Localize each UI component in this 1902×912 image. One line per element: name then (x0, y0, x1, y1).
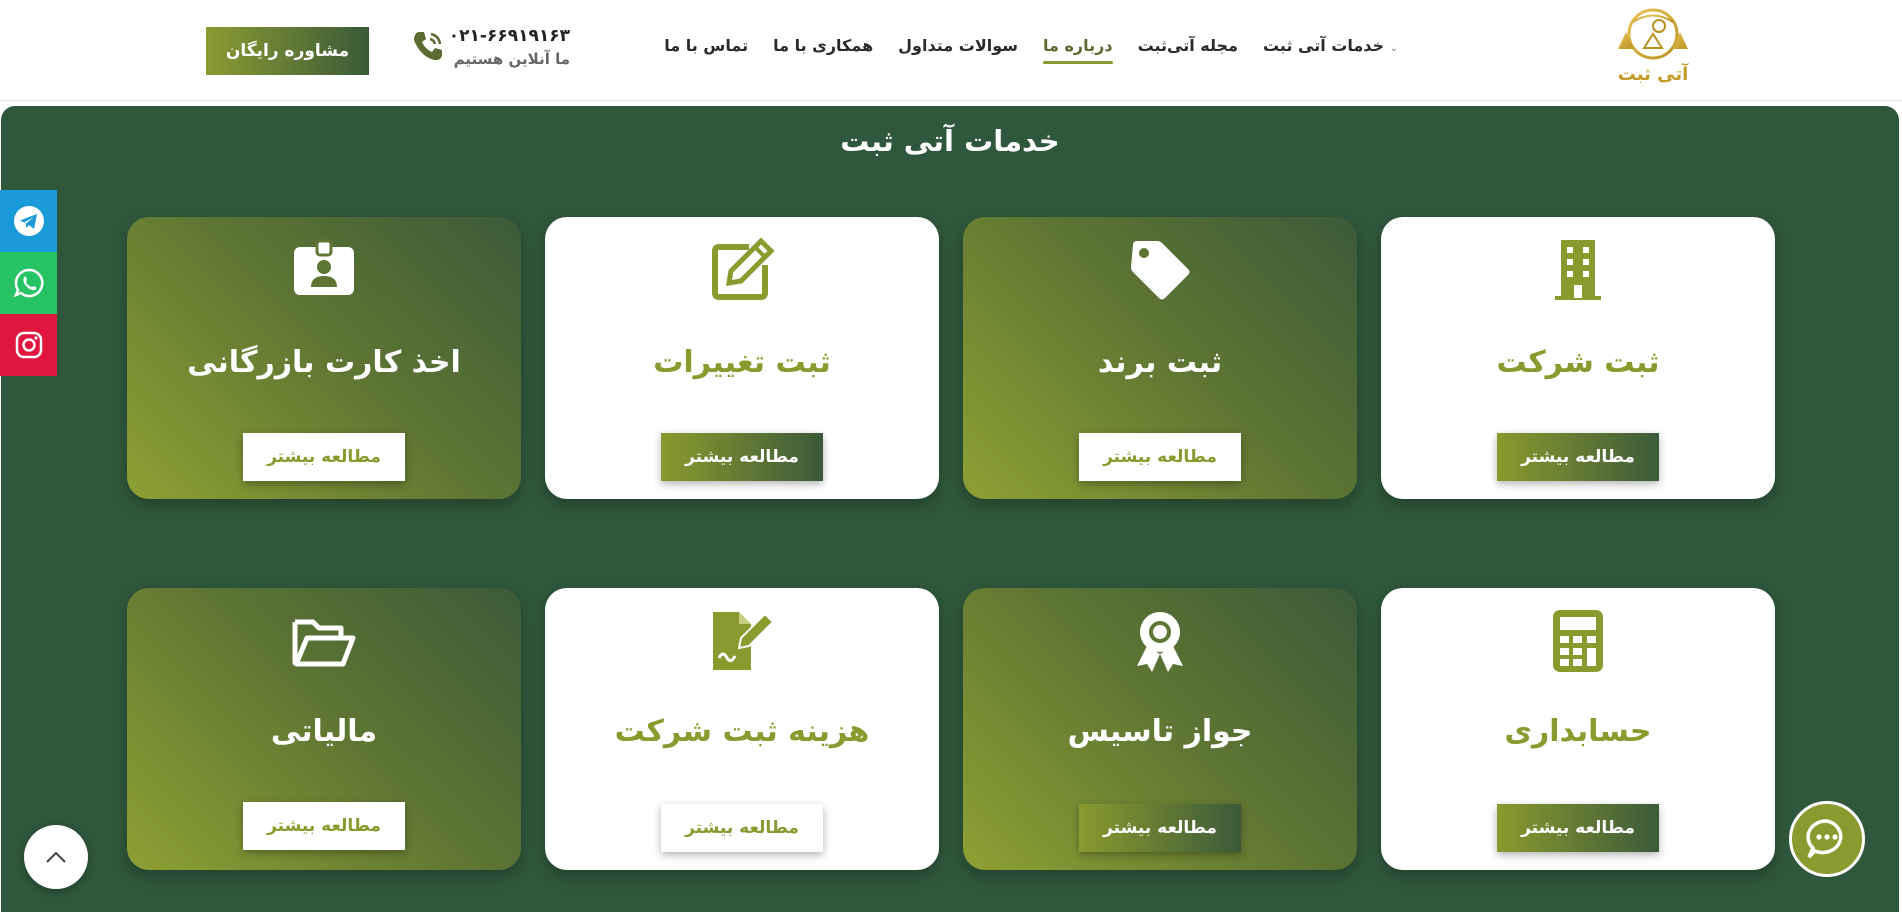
services-section: خدمات آتی ثبت ثبت شرکت مطالعه بیشتر ثبت … (1, 106, 1899, 912)
edit-icon (709, 237, 775, 303)
free-consult-button[interactable]: مشاوره رایگان (206, 27, 369, 75)
read-more-button[interactable]: مطالعه بیشتر (243, 433, 405, 481)
read-more-button[interactable]: مطالعه بیشتر (1079, 804, 1241, 852)
award-icon (1127, 608, 1193, 674)
read-more-button[interactable]: مطالعه بیشتر (1497, 804, 1659, 852)
instagram-icon (15, 331, 42, 359)
read-more-button[interactable]: مطالعه بیشتر (1497, 433, 1659, 481)
nav-item-label: مجله آتی‌ثبت (1137, 36, 1238, 55)
service-card-establishment-license[interactable]: جواز تاسیس مطالعه بیشتر (963, 588, 1357, 870)
id-card-icon (291, 237, 357, 303)
building-icon (1545, 237, 1611, 303)
read-more-button[interactable]: مطالعه بیشتر (661, 433, 823, 481)
card-title: ثبت شرکت (1496, 345, 1660, 380)
chevron-up-icon (46, 851, 66, 863)
service-card-changes-registration[interactable]: ثبت تغییرات مطالعه بیشتر (545, 217, 939, 499)
nav-item-contact[interactable]: تماس با ما (664, 36, 748, 61)
logo-text: آتی ثبت (1617, 64, 1689, 85)
folder-open-icon (291, 608, 357, 674)
online-status: ما آنلاین هستیم (453, 50, 570, 68)
service-card-registration-cost[interactable]: هزینه ثبت شرکت مطالعه بیشتر (545, 588, 939, 870)
read-more-button[interactable]: مطالعه بیشتر (243, 802, 405, 850)
nav-item-label: همکاری با ما (773, 36, 874, 55)
service-card-tax[interactable]: مالیاتی مطالعه بیشتر (127, 588, 521, 870)
nav-item-cooperation[interactable]: همکاری با ما (773, 36, 873, 61)
whatsapp-icon (13, 268, 44, 298)
card-title: حسابداری (1504, 714, 1652, 749)
card-title: ثبت تغییرات (653, 345, 831, 380)
service-card-company-registration[interactable]: ثبت شرکت مطالعه بیشتر (1381, 217, 1775, 499)
scroll-to-top-button[interactable] (24, 825, 88, 889)
nav-item-label: درباره ما (1042, 36, 1113, 55)
service-card-commercial-card[interactable]: اخذ کارت بازرگانی مطالعه بیشتر (127, 217, 521, 499)
nav-item-label: خدمات آتی ثبت (1262, 36, 1385, 55)
card-title: جواز تاسیس (1067, 714, 1253, 749)
file-signature-icon (709, 608, 775, 674)
tag-icon (1127, 237, 1193, 303)
nav-item-label: تماس با ما (664, 36, 749, 55)
chevron-down-icon: ⌄ (1389, 43, 1398, 54)
section-title: خدمات آتی ثبت (840, 124, 1060, 158)
instagram-link[interactable] (0, 314, 57, 376)
card-title: هزینه ثبت شرکت (614, 714, 870, 749)
whatsapp-link[interactable] (0, 252, 57, 314)
chat-button[interactable] (1789, 801, 1865, 877)
main-nav: خدمات آتی ثبت ⌄ مجله آتی‌ثبت درباره ما س… (664, 36, 1401, 64)
card-title: ثبت برند (1097, 345, 1223, 380)
card-title: اخذ کارت بازرگانی (187, 345, 461, 380)
calculator-icon (1545, 608, 1611, 674)
phone-contact[interactable]: ۰۲۱-۶۶۹۱۹۱۶۳ ما آنلاین هستیم (410, 24, 570, 74)
service-card-accounting[interactable]: حسابداری مطالعه بیشتر (1381, 588, 1775, 870)
read-more-button[interactable]: مطالعه بیشتر (661, 804, 823, 852)
site-logo[interactable]: آتی ثبت (1608, 4, 1698, 98)
site-header: آتی ثبت خدمات آتی ثبت ⌄ مجله آتی‌ثبت درب… (0, 0, 1902, 101)
read-more-button[interactable]: مطالعه بیشتر (1079, 433, 1241, 481)
phone-icon (414, 32, 442, 61)
nav-item-magazine[interactable]: مجله آتی‌ثبت (1138, 36, 1238, 61)
nav-item-services[interactable]: خدمات آتی ثبت ⌄ (1263, 36, 1401, 61)
chat-bubble-icon (1806, 819, 1843, 859)
telegram-icon (13, 206, 44, 236)
nav-item-about[interactable]: درباره ما (1042, 36, 1113, 64)
service-card-brand-registration[interactable]: ثبت برند مطالعه بیشتر (963, 217, 1357, 499)
nav-item-label: سوالات متداول (898, 36, 1018, 55)
nav-item-faq[interactable]: سوالات متداول (898, 36, 1018, 61)
card-title: مالیاتی (270, 714, 378, 749)
telegram-link[interactable] (0, 190, 57, 252)
phone-number: ۰۲۱-۶۶۹۱۹۱۶۳ (448, 26, 570, 46)
